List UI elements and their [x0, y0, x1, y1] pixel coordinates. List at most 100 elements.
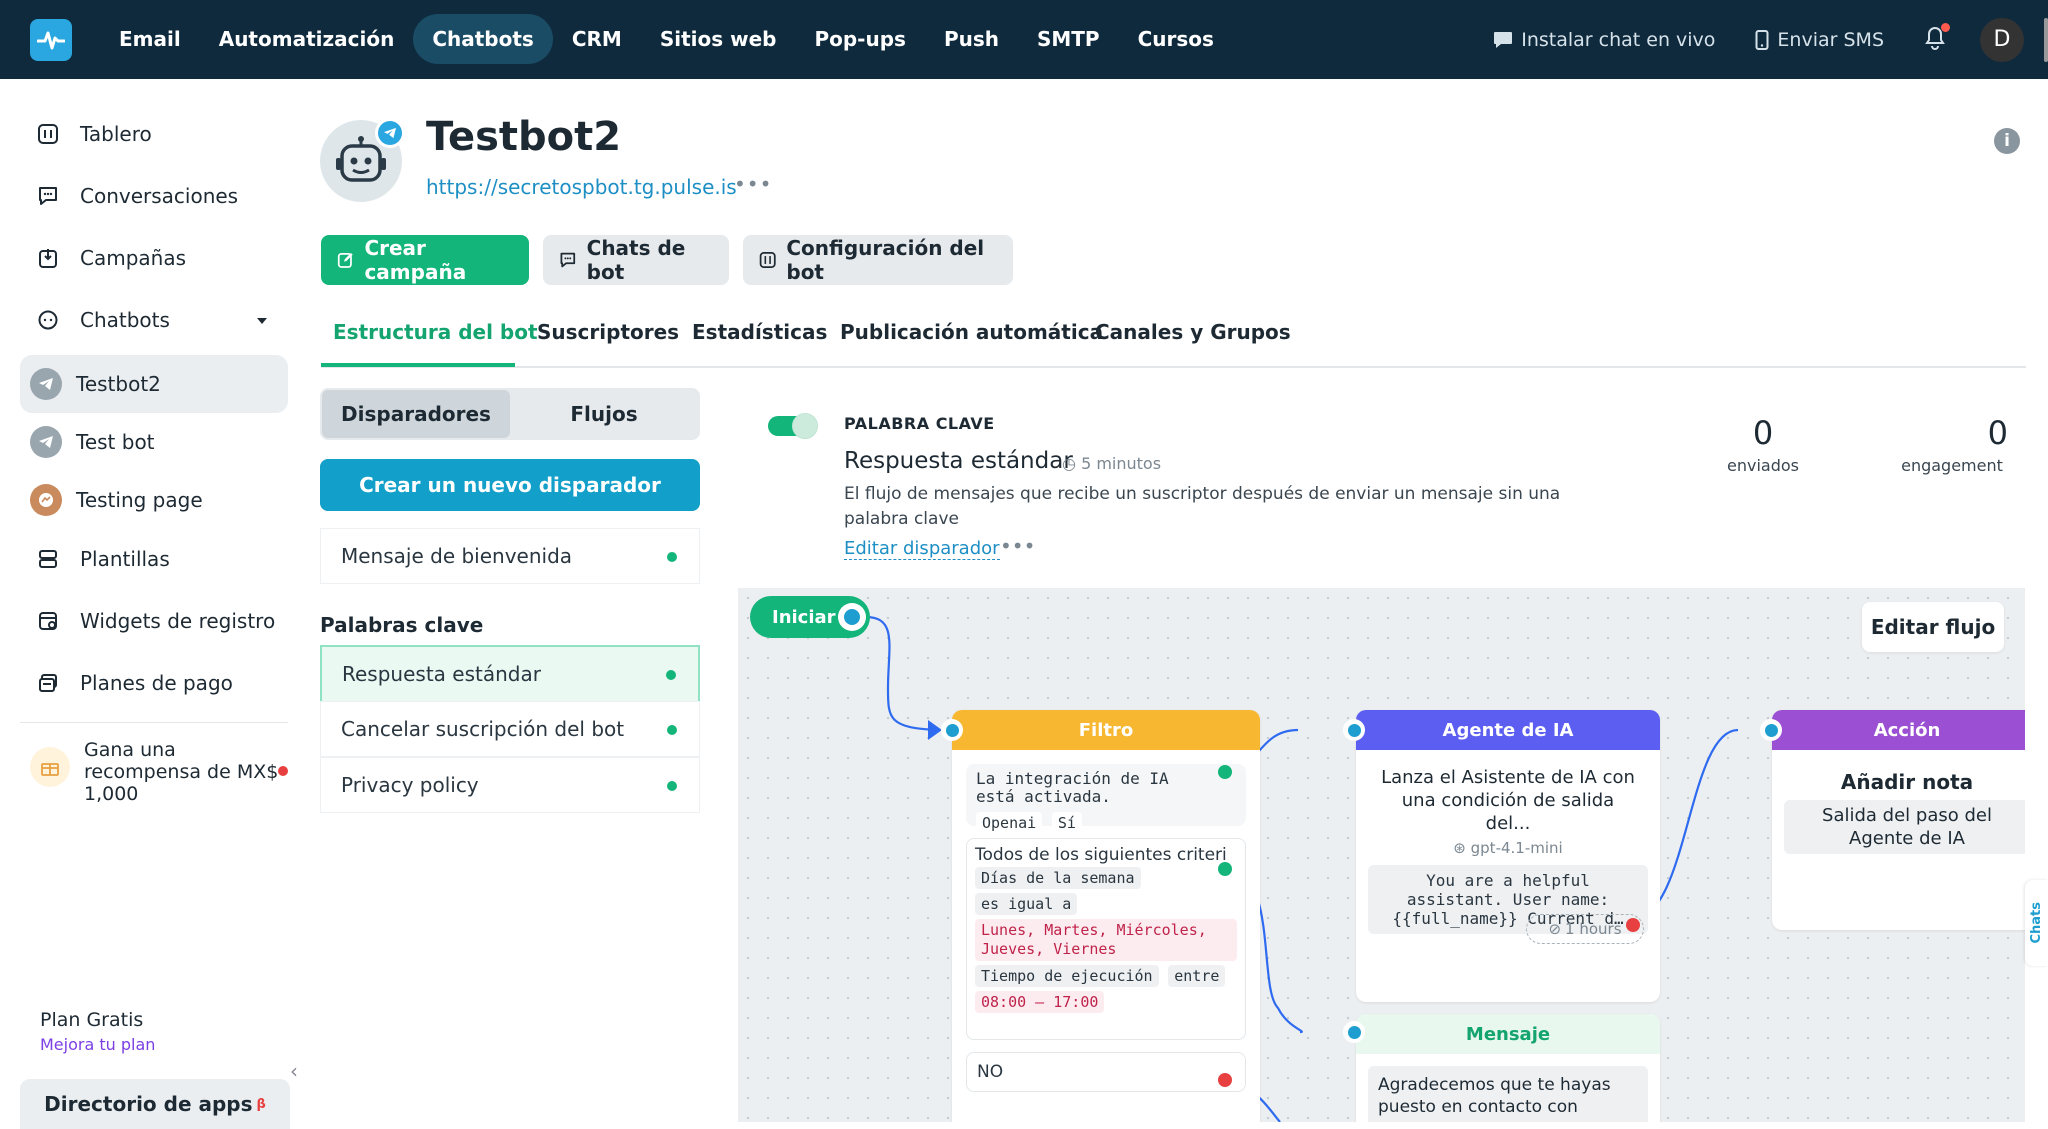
payment-plans-icon: [36, 671, 60, 695]
templates-icon: [36, 547, 60, 571]
pulse-logo-icon[interactable]: [30, 19, 72, 61]
sidebar-item-conversations[interactable]: Conversaciones: [20, 168, 288, 224]
condition-chip: Openai: [976, 812, 1043, 834]
messenger-icon: [30, 484, 62, 516]
settings-sliders-icon: [759, 252, 776, 268]
nav-popups[interactable]: Pop-ups: [795, 14, 924, 64]
collapse-sidebar-icon[interactable]: ‹: [290, 1059, 298, 1083]
tab-subscribers[interactable]: Suscriptores: [537, 320, 679, 344]
send-sms-label: Enviar SMS: [1777, 28, 1884, 51]
timer-off-icon: ⊘: [1548, 920, 1562, 938]
bot-chats-button[interactable]: Chats de bot: [543, 235, 729, 285]
nav-email[interactable]: Email: [100, 14, 200, 64]
message-node[interactable]: Mensaje Agradecemos que te hayas puesto …: [1356, 1014, 1660, 1122]
stat-sent-label: enviados: [1727, 456, 1799, 475]
tab-bot-structure[interactable]: Estructura del bot: [333, 320, 538, 344]
send-sms-link[interactable]: Enviar SMS: [1755, 29, 1884, 51]
bot-more-menu-icon[interactable]: •••: [734, 172, 772, 196]
flow-start-node[interactable]: Iniciar: [750, 596, 870, 638]
tab-autopost[interactable]: Publicación automática: [840, 320, 1103, 344]
sidebar-item-campaigns[interactable]: Campañas: [20, 230, 288, 286]
install-chat-link[interactable]: Instalar chat en vivo: [1493, 29, 1715, 51]
output-port-timeout[interactable]: [1626, 918, 1640, 932]
output-port-yes[interactable]: [1218, 862, 1232, 876]
action-node[interactable]: Acción Añadir nota Salida del paso del A…: [1772, 710, 2025, 930]
trigger-active-toggle[interactable]: [768, 413, 818, 439]
notifications-bell-icon[interactable]: [1924, 22, 1950, 54]
info-icon[interactable]: i: [1994, 128, 2020, 154]
chats-side-tab[interactable]: Chats: [2025, 880, 2048, 966]
sidebar-bot-test-bot[interactable]: Test bot: [20, 413, 288, 471]
create-campaign-button[interactable]: Crear campaña: [321, 235, 529, 285]
condition-chip: Sí: [1051, 812, 1082, 834]
phone-icon: [1755, 29, 1769, 50]
nav-smtp[interactable]: SMTP: [1018, 14, 1119, 64]
tab-statistics[interactable]: Estadísticas: [692, 320, 827, 344]
telegram-icon: [30, 368, 62, 400]
output-port[interactable]: [838, 603, 866, 631]
ai-agent-input-port[interactable]: [1343, 719, 1365, 741]
nav-automation[interactable]: Automatización: [200, 14, 414, 64]
condition-text: Todos de los siguientes criteri: [975, 845, 1227, 865]
keyword-default-reply[interactable]: Respuesta estándar: [320, 645, 700, 703]
filter-condition-schedule[interactable]: Todos de los siguientes criteri Días de …: [966, 838, 1246, 1040]
ai-model: ⊛ gpt-4.1-mini: [1356, 839, 1660, 857]
keyword-unsubscribe[interactable]: Cancelar suscripción del bot: [320, 701, 700, 757]
filter-branch-no[interactable]: NO: [966, 1052, 1246, 1092]
user-avatar[interactable]: D: [1980, 17, 2024, 62]
stat-sent: 0 enviados: [1708, 414, 1818, 475]
nav-push[interactable]: Push: [925, 14, 1018, 64]
keyword-privacy-policy[interactable]: Privacy policy: [320, 757, 700, 813]
conversations-icon: [36, 184, 60, 208]
segment-flows[interactable]: Flujos: [510, 390, 698, 438]
sidebar-item-templates[interactable]: Plantillas: [20, 531, 288, 587]
action-input-port[interactable]: [1760, 719, 1782, 741]
sidebar-item-dashboard[interactable]: Tablero: [20, 106, 288, 162]
top-bar-actions: Instalar chat en vivo Enviar SMS D: [1493, 0, 2048, 79]
create-trigger-button[interactable]: Crear un nuevo disparador: [320, 459, 700, 511]
flow-canvas[interactable]: Iniciar Editar flujo Filtro La integraci…: [738, 588, 2025, 1122]
edit-trigger-link[interactable]: Editar disparador: [844, 538, 1000, 560]
plan-info: Plan Gratis Mejora tu plan: [40, 1009, 155, 1054]
widgets-icon: [36, 609, 60, 633]
caret-down-icon[interactable]: [256, 317, 268, 325]
output-port-yes[interactable]: [1218, 765, 1232, 779]
filter-condition-ai[interactable]: La integración de IA está activada. Open…: [966, 764, 1246, 834]
reward-banner[interactable]: Gana una recompensa de MX$ 1,000: [30, 739, 288, 805]
main-nav: Email Automatización Chatbots CRM Sitios…: [100, 14, 1233, 64]
ai-agent-node[interactable]: Agente de IA Lanza el Asistente de IA co…: [1356, 710, 1660, 1002]
trigger-description: El flujo de mensajes que recibe un suscr…: [844, 484, 1561, 529]
status-dot: [666, 670, 676, 680]
upgrade-link[interactable]: Mejora tu plan: [40, 1035, 155, 1054]
tab-channels-groups[interactable]: Canales y Grupos: [1095, 320, 1291, 344]
nav-courses[interactable]: Cursos: [1119, 14, 1233, 64]
keyword-label: Cancelar suscripción del bot: [341, 717, 625, 741]
trigger-more-menu-icon[interactable]: •••: [1000, 534, 1035, 558]
bot-link[interactable]: https://secretospbot.tg.pulse.is: [426, 175, 737, 199]
sidebar-bot-label: Testing page: [76, 488, 203, 512]
segment-triggers[interactable]: Disparadores: [322, 390, 510, 438]
scroll-edge: [2044, 17, 2048, 62]
sidebar-item-label: Plantillas: [80, 547, 170, 571]
app-directory-label: Directorio de apps: [44, 1092, 253, 1116]
trigger-welcome-message[interactable]: Mensaje de bienvenida: [320, 528, 700, 584]
reward-text: Gana una recompensa de MX$ 1,000: [84, 739, 279, 805]
filter-input-port[interactable]: [941, 719, 963, 741]
trigger-title: Respuesta estándar: [844, 448, 1073, 474]
bot-settings-button[interactable]: Configuración del bot: [743, 235, 1013, 285]
message-input-port[interactable]: [1343, 1021, 1365, 1043]
nav-crm[interactable]: CRM: [553, 14, 641, 64]
nav-websites[interactable]: Sitios web: [641, 14, 796, 64]
edit-flow-button[interactable]: Editar flujo: [1862, 602, 2004, 652]
telegram-icon: [378, 121, 402, 145]
keyword-label: Privacy policy: [341, 773, 479, 797]
sidebar-bot-testbot2[interactable]: Testbot2: [20, 355, 288, 413]
sidebar-bot-testing-page[interactable]: Testing page: [20, 471, 288, 529]
filter-node[interactable]: Filtro La integración de IA está activad…: [952, 710, 1260, 1122]
output-port-no[interactable]: [1218, 1073, 1232, 1087]
dashboard-icon: [36, 122, 60, 146]
sidebar-item-signup-widgets[interactable]: Widgets de registro: [20, 593, 288, 649]
sidebar-item-chatbots[interactable]: Chatbots: [20, 292, 288, 348]
nav-chatbots[interactable]: Chatbots: [413, 14, 553, 64]
sidebar-item-payment-plans[interactable]: Planes de pago: [20, 655, 288, 711]
